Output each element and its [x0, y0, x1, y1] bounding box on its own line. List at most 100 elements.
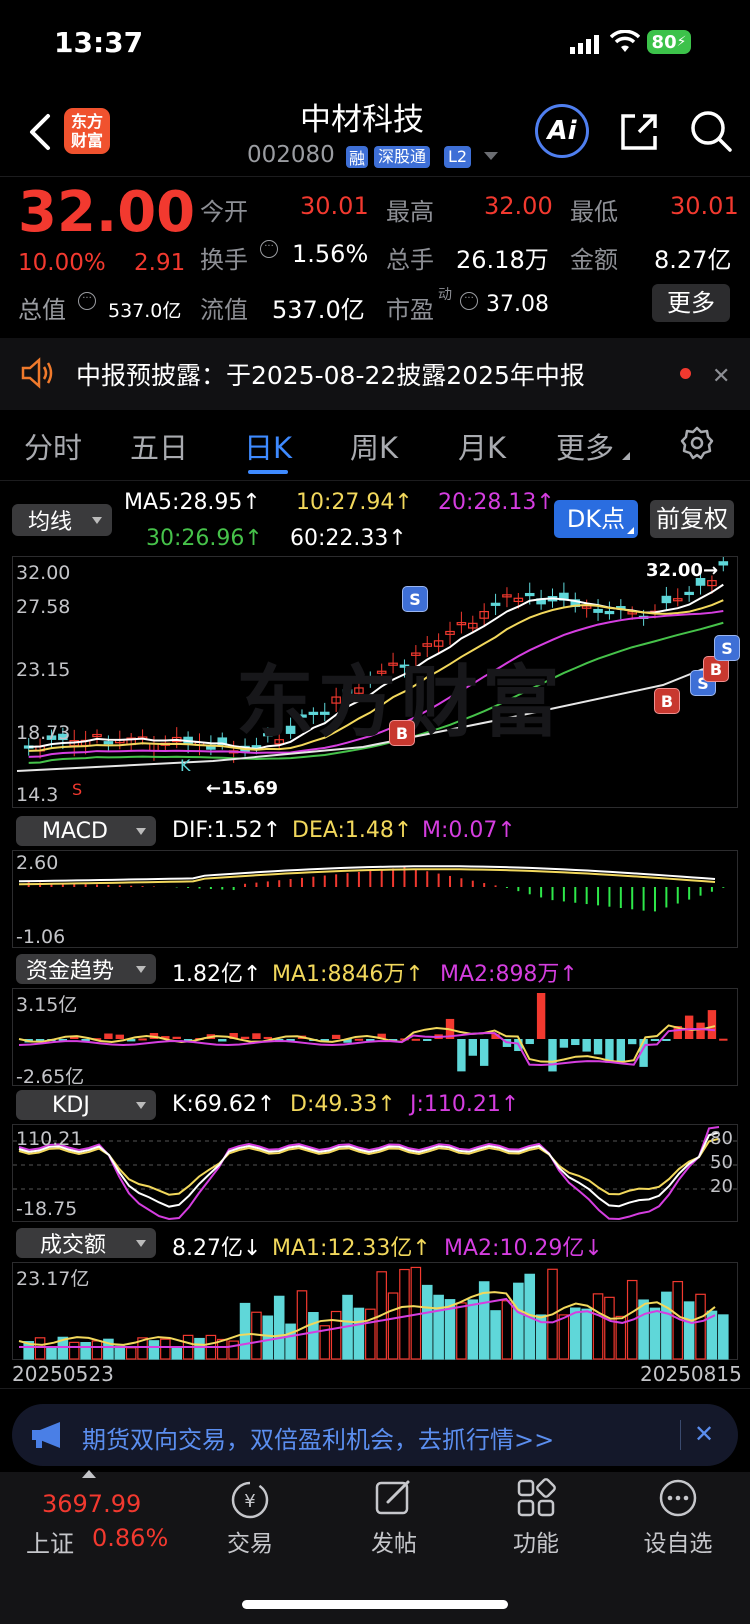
share-icon[interactable]	[617, 110, 661, 158]
turnover-value: 1.56%	[292, 240, 369, 268]
fund-bar	[331, 1034, 341, 1039]
fund-bar	[252, 1033, 261, 1039]
amount-bar	[433, 1294, 444, 1360]
info-icon[interactable]: ···	[78, 292, 96, 310]
tab-rik[interactable]: 日K	[244, 425, 292, 467]
fund-bar	[593, 1039, 603, 1055]
info-icon[interactable]: ···	[460, 292, 478, 310]
fund-bar	[707, 1010, 717, 1039]
nav-post[interactable]: 发帖	[324, 1524, 464, 1558]
ad-divider	[680, 1420, 681, 1450]
amount-bar	[569, 1307, 581, 1360]
tab-zhouk[interactable]: 周K	[350, 425, 398, 467]
nav-function[interactable]: 功能	[466, 1524, 606, 1558]
close-icon[interactable]: ✕	[694, 1420, 714, 1448]
pct-change: 10.00%	[18, 250, 106, 276]
candle-body	[604, 610, 615, 615]
date-end: 20250815	[640, 1362, 742, 1386]
buy-signal-badge[interactable]: B	[654, 688, 680, 714]
ma20-value: 20:28.13↑	[438, 490, 555, 515]
fund-bar	[263, 1036, 273, 1039]
fuquan-button[interactable]: 前复权	[650, 500, 734, 538]
candle-body	[524, 592, 535, 597]
notice-text[interactable]: 中报预披露：于2025-08-22披露2025年中报	[76, 356, 585, 392]
home-indicator	[242, 1600, 508, 1609]
date-start: 20250523	[12, 1362, 114, 1386]
amount-bar	[330, 1310, 342, 1360]
fund-selector[interactable]: 资金趋势	[16, 954, 156, 984]
fund-bar	[411, 1038, 421, 1041]
more-button[interactable]: 更多	[652, 284, 730, 322]
post-icon[interactable]	[374, 1478, 414, 1522]
tag-l2: L2	[444, 146, 472, 168]
tab-wuri[interactable]: 五日	[130, 425, 188, 467]
nav-trade[interactable]: 交易	[180, 1524, 320, 1558]
k-line	[18, 1131, 720, 1208]
amount-bar	[239, 1302, 251, 1360]
kdj-chart[interactable]	[12, 1124, 739, 1222]
fund-ma1: MA1:8846万↑	[272, 962, 424, 987]
back-icon[interactable]	[26, 112, 52, 156]
status-time: 13:37	[54, 26, 144, 59]
amount-bar	[558, 1314, 570, 1360]
index-pct[interactable]: 0.86%	[92, 1524, 168, 1552]
wifi-icon	[609, 29, 641, 58]
y-tick: 14.3	[16, 784, 59, 806]
macd-selector[interactable]: MACD	[16, 816, 156, 846]
fund-bar	[479, 1039, 489, 1066]
fund-ma2: MA2:898万↑	[440, 962, 578, 987]
nav-watchlist[interactable]: 设自选	[608, 1524, 748, 1558]
watchlist-icon[interactable]	[658, 1478, 698, 1522]
tab-fenshi[interactable]: 分时	[24, 425, 82, 467]
tab-yuek[interactable]: 月K	[458, 425, 506, 467]
ai-button[interactable]: Ai	[535, 104, 589, 158]
search-icon[interactable]	[688, 108, 734, 158]
pe-sup: 动	[438, 287, 452, 303]
amount-label: 金额	[570, 246, 618, 274]
tab-more[interactable]: 更多	[556, 425, 614, 467]
y-tick: 27.58	[16, 596, 71, 618]
dk-button[interactable]: DK点	[554, 500, 638, 538]
info-icon[interactable]: ···	[260, 240, 278, 258]
amount-bar	[273, 1295, 285, 1360]
amount-selector[interactable]: 成交额	[16, 1228, 156, 1258]
fund-bar	[423, 1039, 432, 1041]
tag-rong: 融	[346, 146, 368, 168]
turnover-label: 换手	[200, 246, 248, 274]
macd-chart[interactable]	[12, 850, 738, 948]
buy-signal-badge[interactable]: B	[389, 720, 415, 746]
ma-selector[interactable]: 均线	[12, 504, 112, 536]
candle-body	[593, 608, 603, 613]
fund-chart[interactable]	[12, 988, 738, 1086]
last-price: 32.00	[18, 180, 196, 245]
candle-body	[490, 602, 501, 606]
fund-bar	[457, 1039, 466, 1072]
battery-icon: 80 ⚡	[647, 30, 691, 54]
ad-text[interactable]: 期货双向交易，双倍盈利机会，去抓行情>>	[82, 1420, 554, 1455]
kdj-l50: 50	[710, 1152, 733, 1173]
sell-signal-badge[interactable]: S	[402, 586, 428, 612]
trade-icon[interactable]: ¥	[228, 1478, 272, 1526]
stock-code: 002080	[247, 142, 335, 168]
function-icon[interactable]	[516, 1478, 556, 1522]
settings-icon[interactable]	[680, 426, 714, 464]
fund-ymax: 3.15亿	[16, 994, 78, 1016]
dif-line	[18, 865, 716, 883]
battery-level: 80	[651, 31, 677, 53]
index-name[interactable]: 上证	[26, 1524, 74, 1559]
sell-signal-badge[interactable]: S	[714, 635, 740, 661]
index-value[interactable]: 3697.99	[42, 1490, 141, 1518]
macd-ymin: -1.06	[16, 926, 66, 948]
svg-text:¥: ¥	[244, 1491, 255, 1512]
kdj-selector[interactable]: KDJ	[16, 1090, 156, 1120]
amount-ind-value: 8.27亿↓	[172, 1236, 262, 1261]
amount-bar	[649, 1307, 661, 1360]
close-icon[interactable]: ✕	[712, 364, 730, 389]
high-value: 32.00	[484, 192, 553, 220]
stock-switch-caret[interactable]	[484, 152, 498, 160]
megaphone-icon	[30, 1420, 66, 1454]
ma60-value: 60:22.33↑	[290, 526, 407, 551]
amount-chart[interactable]	[12, 1262, 738, 1360]
kdj-d: D:49.33↑	[290, 1092, 396, 1117]
amount-bar	[160, 1338, 171, 1360]
